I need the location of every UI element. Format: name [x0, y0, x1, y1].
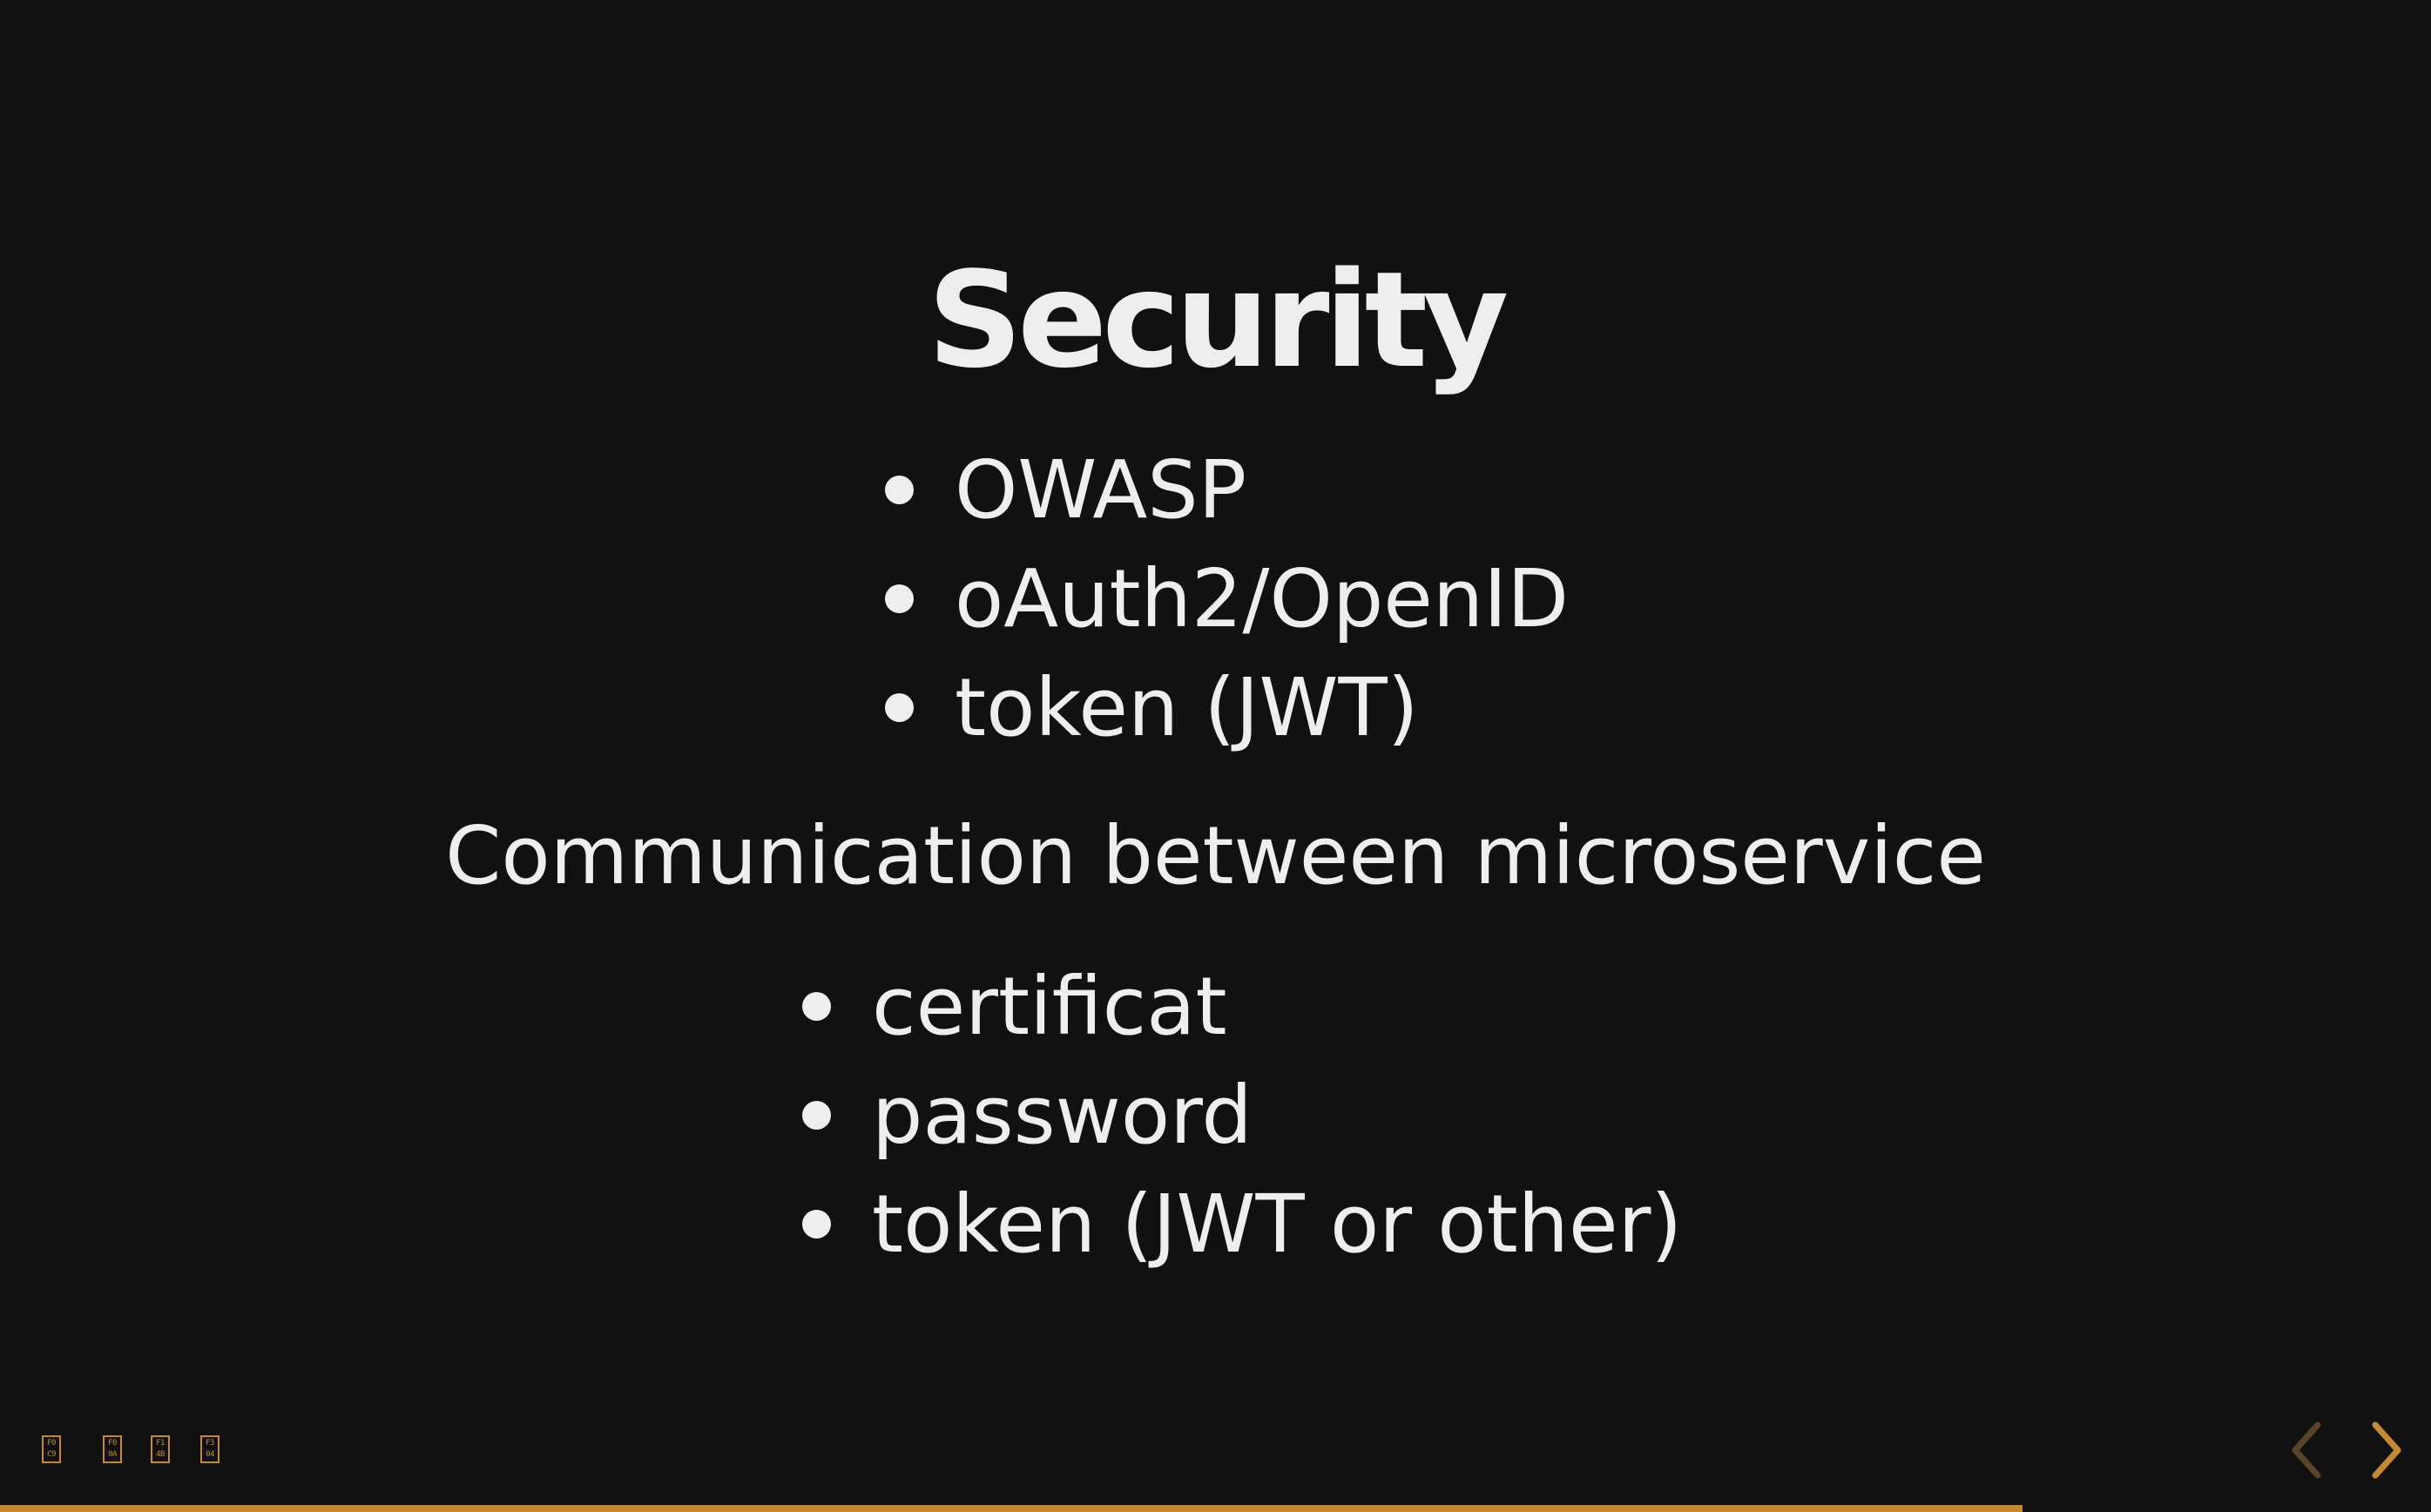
slide: Security OWASP oAuth2/OpenID token (JWT)… [0, 0, 2431, 1512]
list-item-label: password [872, 1069, 1253, 1162]
progress-fill [0, 1505, 2023, 1512]
list-item-label: certificat [872, 960, 1227, 1053]
list-item-label: token (JWT or other) [872, 1178, 1683, 1271]
list-item: oAuth2/OpenID [885, 544, 1570, 653]
missing-glyph-icon[interactable]: F1 4B [151, 1435, 170, 1463]
missing-glyph-icon[interactable]: F3 04 [200, 1435, 219, 1463]
bullet-icon [802, 1210, 831, 1239]
list-item: token (JWT) [885, 653, 1569, 762]
bullet-icon [885, 693, 914, 722]
list-item: certificat [802, 952, 1682, 1061]
chevron-right-icon [2372, 1421, 2401, 1479]
next-slide-button[interactable] [2354, 1420, 2415, 1481]
glyph-code: F0 C9 [47, 1439, 56, 1459]
progress-bar[interactable] [0, 1505, 2431, 1512]
list-item-label: token (JWT) [955, 661, 1419, 754]
bullet-icon [802, 1101, 831, 1130]
list-item: password [802, 1061, 1682, 1170]
bullet-icon [885, 476, 914, 504]
communication-list: certificat password token (JWT or other) [802, 952, 1683, 1279]
list-item: OWASP [885, 435, 1569, 544]
section-heading: Communication between microservice [445, 809, 1986, 902]
list-item-label: OWASP [955, 443, 1247, 537]
chevron-left-icon [2292, 1421, 2321, 1479]
glyph-code: F1 4B [156, 1439, 165, 1459]
bullet-icon [885, 584, 914, 613]
list-item: token (JWT or other) [802, 1170, 1683, 1279]
bullet-icon [802, 992, 831, 1021]
glyph-code: F0 0A [108, 1439, 117, 1459]
prev-slide-button[interactable] [2278, 1420, 2339, 1481]
slide-title: Security [927, 243, 1509, 397]
list-item-label: oAuth2/OpenID [955, 552, 1570, 645]
glyph-code: F3 04 [206, 1439, 214, 1459]
missing-glyph-icon[interactable]: F0 C9 [42, 1435, 61, 1463]
security-list: OWASP oAuth2/OpenID token (JWT) [885, 435, 1570, 762]
missing-glyph-icon[interactable]: F0 0A [103, 1435, 122, 1463]
